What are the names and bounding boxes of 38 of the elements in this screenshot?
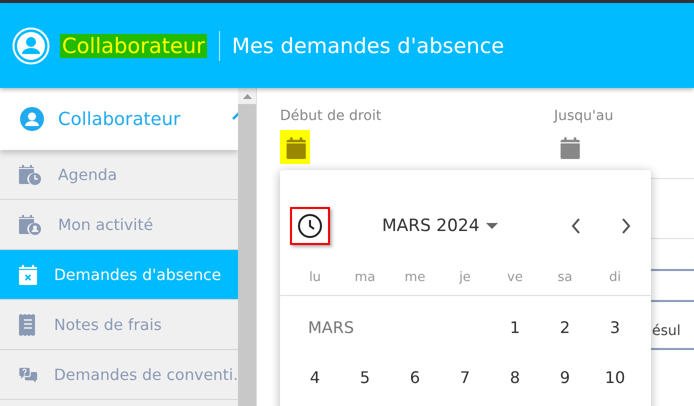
scrollbar[interactable]	[238, 88, 257, 406]
user-circle-icon	[20, 107, 44, 131]
day-cell[interactable]: 10	[590, 368, 640, 386]
day-cell[interactable]: 8	[490, 368, 540, 386]
field-label: Jusqu'au	[554, 108, 614, 124]
weekday-label: ma	[354, 270, 376, 285]
field-label: Début de droit	[280, 108, 382, 124]
calendar-icon[interactable]	[280, 130, 310, 164]
result-text: ésul	[652, 322, 682, 340]
weekday-label: je	[458, 270, 472, 285]
caret-icon	[486, 223, 498, 229]
previous-button[interactable]	[570, 217, 582, 235]
calendar-clock-icon	[18, 164, 42, 186]
receipt-icon	[18, 312, 38, 336]
user-circle-icon	[12, 26, 50, 64]
month-label: MARS	[307, 318, 356, 336]
calendar-user-icon	[18, 214, 42, 236]
calendar-x-icon	[18, 264, 38, 286]
page-title: Mes demandes d'absence	[232, 34, 504, 58]
day-cell[interactable]: 4	[290, 368, 340, 386]
day-cell[interactable]: 3	[590, 318, 640, 336]
day-cell[interactable]: 9	[540, 368, 590, 386]
next-button[interactable]	[620, 217, 632, 235]
day-cell[interactable]: 5	[340, 368, 390, 386]
scroll-up-icon[interactable]	[242, 94, 252, 98]
day-cell[interactable]: 1	[490, 318, 540, 336]
clock-button[interactable]	[290, 207, 330, 245]
clock-icon	[297, 213, 323, 239]
section-title: Collaborateur	[60, 34, 207, 58]
weekday-label: lu	[308, 270, 322, 285]
weekday-label: me	[404, 270, 426, 285]
day-cell[interactable]: 6	[390, 368, 440, 386]
day-cell[interactable]: 2	[540, 318, 590, 336]
month-select[interactable]: MARS 2024	[382, 216, 498, 236]
weekday-label: sa	[556, 270, 574, 285]
weekday-label: di	[608, 270, 622, 285]
weekday-label: ve	[506, 270, 524, 285]
day-cell[interactable]: 7	[440, 368, 490, 386]
